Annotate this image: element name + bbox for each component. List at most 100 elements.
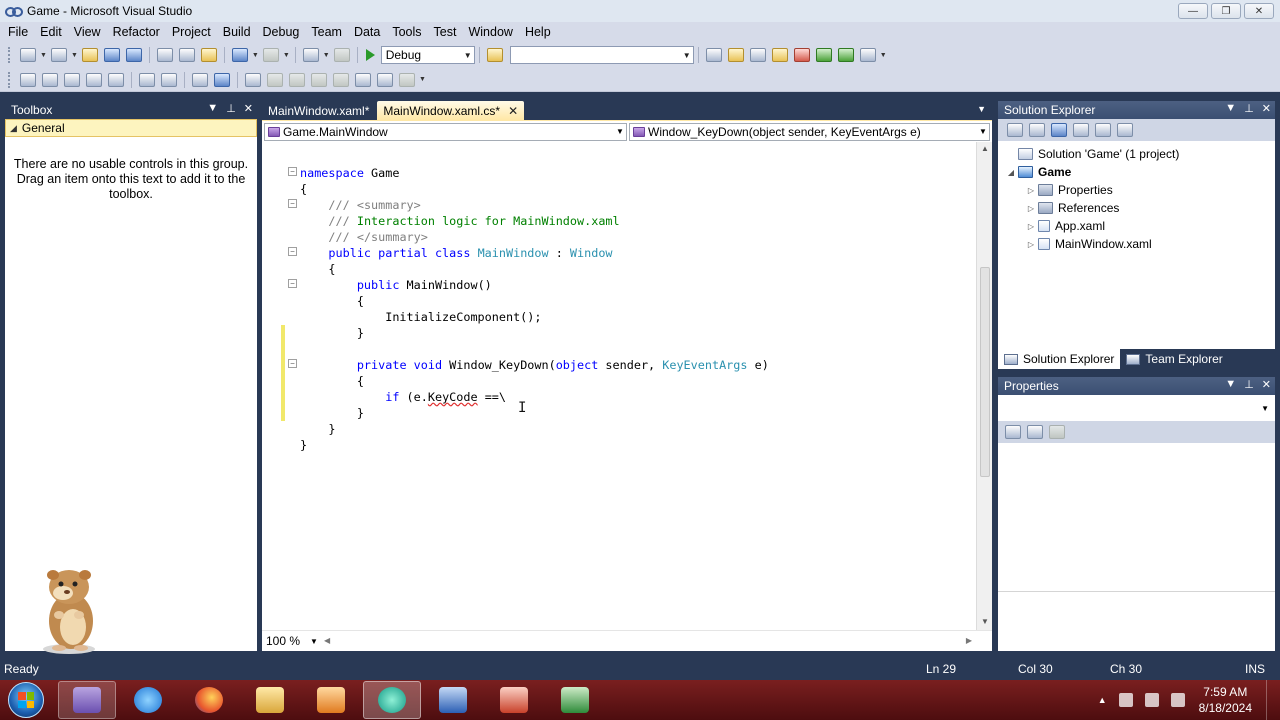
close-icon[interactable]: ✕ bbox=[1262, 102, 1271, 115]
categorized-icon[interactable] bbox=[1005, 425, 1021, 439]
network-icon[interactable] bbox=[1144, 693, 1159, 707]
previous-bookmark-in-document-icon[interactable] bbox=[355, 72, 371, 87]
find-in-files-icon[interactable] bbox=[486, 48, 503, 62]
collapse-triangle-icon[interactable]: ◢ bbox=[10, 123, 17, 134]
window-position-icon[interactable]: ▼ bbox=[1225, 378, 1236, 391]
previous-bookmark-folder-icon[interactable] bbox=[289, 72, 305, 87]
taskbar-globe-app[interactable] bbox=[363, 681, 421, 719]
next-bookmark-folder-icon[interactable] bbox=[311, 72, 327, 87]
object-browser-icon[interactable] bbox=[771, 48, 788, 62]
chevron-down-icon[interactable]: ▼ bbox=[283, 52, 290, 59]
decrease-indent-icon[interactable] bbox=[108, 72, 124, 87]
find-icon[interactable] bbox=[705, 48, 722, 62]
new-project-icon[interactable] bbox=[20, 48, 36, 62]
taskbar-word[interactable] bbox=[424, 681, 482, 719]
taskbar-file-explorer[interactable] bbox=[241, 681, 299, 719]
tab-mainwindow-xaml[interactable]: MainWindow.xaml* bbox=[262, 101, 375, 120]
menu-project[interactable]: Project bbox=[166, 25, 217, 39]
display-parameter-info-icon[interactable] bbox=[42, 72, 58, 87]
start-debugging-icon[interactable] bbox=[365, 49, 375, 61]
navigate-forward-icon[interactable] bbox=[333, 48, 350, 62]
view-designer-icon[interactable] bbox=[1095, 123, 1111, 137]
taskbar-firefox[interactable] bbox=[180, 681, 238, 719]
menu-debug[interactable]: Debug bbox=[257, 25, 306, 39]
chevron-down-icon[interactable]: ▼ bbox=[40, 52, 47, 59]
tab-mainwindow-xaml-cs[interactable]: MainWindow.xaml.cs* ✕ bbox=[377, 101, 525, 120]
toolbar-grip[interactable] bbox=[8, 71, 11, 88]
action-center-flag-icon[interactable] bbox=[1118, 693, 1133, 707]
scroll-left-icon[interactable]: ◀ bbox=[324, 636, 330, 645]
zoom-select[interactable]: 100 % ▼ bbox=[264, 633, 320, 649]
tree-item-references[interactable]: ▷ References bbox=[1024, 199, 1119, 217]
outline-collapse-icon[interactable]: − bbox=[288, 359, 297, 368]
toolbox-group-general[interactable]: ◢ General bbox=[5, 119, 257, 137]
outline-collapse-icon[interactable]: − bbox=[288, 199, 297, 208]
redo-icon[interactable] bbox=[262, 48, 279, 62]
object-select[interactable]: ▼ bbox=[998, 397, 1275, 419]
alphabetical-icon[interactable] bbox=[1027, 425, 1043, 439]
undo-icon[interactable] bbox=[231, 48, 248, 62]
menu-edit[interactable]: Edit bbox=[34, 25, 68, 39]
close-icon[interactable]: ✕ bbox=[244, 102, 253, 115]
volume-muted-icon[interactable] bbox=[1170, 693, 1185, 707]
window-position-icon[interactable]: ▼ bbox=[1225, 102, 1236, 115]
properties-window-icon[interactable] bbox=[749, 48, 766, 62]
copy-icon[interactable] bbox=[178, 48, 195, 62]
show-desktop-button[interactable] bbox=[1266, 680, 1280, 720]
menu-help[interactable]: Help bbox=[519, 25, 557, 39]
outline-collapse-icon[interactable]: − bbox=[288, 167, 297, 176]
outline-collapse-icon[interactable]: − bbox=[288, 279, 297, 288]
property-pages-icon[interactable] bbox=[1049, 425, 1065, 439]
expanded-triangle-icon[interactable]: ◢ bbox=[1004, 168, 1018, 177]
next-bookmark-in-document-icon[interactable] bbox=[377, 72, 393, 87]
window-position-icon[interactable]: ▼ bbox=[207, 102, 218, 115]
tree-item-mainwindow-xaml[interactable]: ▷ MainWindow.xaml bbox=[1024, 235, 1152, 253]
solution-explorer-icon[interactable] bbox=[727, 48, 744, 62]
horizontal-scrollbar[interactable]: ◀ ▶ bbox=[324, 634, 972, 648]
menu-test[interactable]: Test bbox=[428, 25, 463, 39]
open-file-icon[interactable] bbox=[81, 48, 98, 62]
chevron-down-icon[interactable]: ▼ bbox=[880, 52, 887, 59]
menu-team[interactable]: Team bbox=[305, 25, 348, 39]
show-hidden-icons-icon[interactable]: ▲ bbox=[1098, 695, 1107, 705]
window-layout-icon[interactable] bbox=[245, 72, 261, 87]
taskbar-powerpoint[interactable] bbox=[485, 681, 543, 719]
cut-icon[interactable] bbox=[156, 48, 173, 62]
collapsed-triangle-icon[interactable]: ▷ bbox=[1024, 240, 1038, 249]
add-item-icon[interactable] bbox=[50, 48, 67, 62]
bookmark-window-icon[interactable] bbox=[399, 72, 415, 87]
toolbar-grip[interactable] bbox=[8, 47, 11, 63]
navigate-backward-icon[interactable] bbox=[302, 48, 319, 62]
tree-item-solution[interactable]: Solution 'Game' (1 project) bbox=[1004, 145, 1179, 163]
pin-icon[interactable]: ⊥ bbox=[226, 102, 236, 115]
clear-bookmarks-icon[interactable] bbox=[333, 72, 349, 87]
chevron-down-icon[interactable]: ▼ bbox=[419, 76, 426, 83]
display-word-completion-icon[interactable] bbox=[86, 72, 102, 87]
chevron-down-icon[interactable]: ▼ bbox=[252, 52, 259, 59]
next-bookmark-icon[interactable] bbox=[267, 72, 283, 87]
menu-tools[interactable]: Tools bbox=[386, 25, 427, 39]
collapsed-triangle-icon[interactable]: ▷ bbox=[1024, 222, 1038, 231]
pin-icon[interactable]: ⊥ bbox=[1244, 378, 1254, 391]
pin-icon[interactable]: ⊥ bbox=[1244, 102, 1254, 115]
properties-icon[interactable] bbox=[1007, 123, 1023, 137]
menu-file[interactable]: File bbox=[2, 25, 34, 39]
previous-bookmark-icon[interactable] bbox=[214, 72, 230, 87]
find-combo[interactable]: ▼ bbox=[509, 46, 694, 64]
menu-view[interactable]: View bbox=[68, 25, 107, 39]
active-files-dropdown-icon[interactable]: ▼ bbox=[977, 104, 986, 114]
refresh-icon[interactable] bbox=[1051, 123, 1067, 137]
chevron-down-icon[interactable]: ▼ bbox=[71, 52, 78, 59]
tree-item-app-xaml[interactable]: ▷ App.xaml bbox=[1024, 217, 1105, 235]
taskbar-excel[interactable] bbox=[546, 681, 604, 719]
scroll-up-icon[interactable]: ▲ bbox=[977, 144, 993, 153]
collapsed-triangle-icon[interactable]: ▷ bbox=[1024, 204, 1038, 213]
scrollbar-thumb[interactable] bbox=[980, 267, 990, 477]
taskbar-media-player[interactable] bbox=[302, 681, 360, 719]
tab-solution-explorer[interactable]: Solution Explorer bbox=[998, 349, 1121, 369]
toolbox-tools-icon[interactable] bbox=[793, 48, 810, 62]
display-object-member-list-icon[interactable] bbox=[20, 72, 36, 87]
clock[interactable]: 7:59 AM 8/18/2024 bbox=[1199, 684, 1252, 716]
tab-team-explorer[interactable]: Team Explorer bbox=[1120, 349, 1228, 369]
start-page-icon[interactable] bbox=[815, 48, 832, 62]
